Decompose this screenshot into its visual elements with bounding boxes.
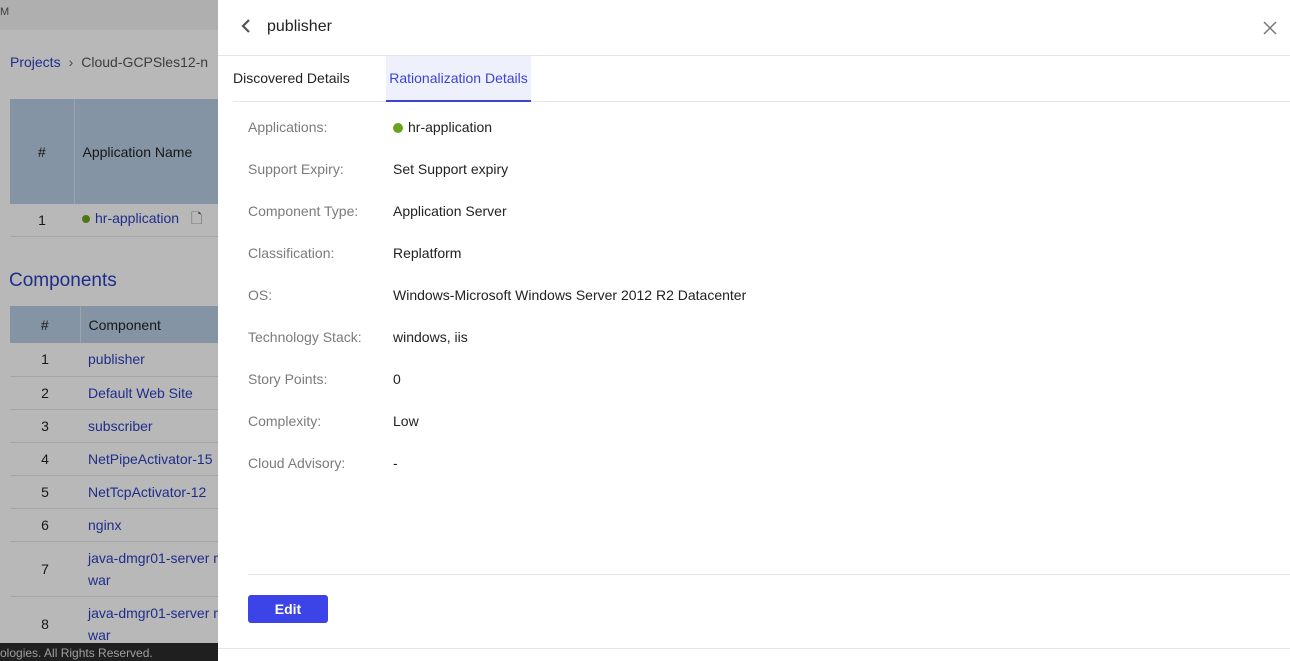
detail-label: Applications: — [248, 119, 328, 135]
detail-row-cloud-advisory: Cloud Advisory: - — [248, 442, 1248, 484]
os-value: Windows-Microsoft Windows Server 2012 R2… — [393, 287, 747, 303]
component-type-value: Application Server — [393, 203, 507, 219]
tab-rationalization-details[interactable]: Rationalization Details — [386, 56, 531, 102]
tab-discovered-details[interactable]: Discovered Details — [233, 56, 350, 102]
detail-label: Technology Stack: — [248, 329, 362, 345]
applications-value: hr-application — [408, 119, 493, 135]
detail-label: Classification: — [248, 245, 335, 261]
drawer-header: publisher — [218, 0, 1290, 56]
status-dot — [393, 123, 403, 133]
detail-row-applications: Applications: hr-application — [248, 106, 1248, 148]
technology-stack-value: windows, iis — [393, 329, 468, 345]
detail-row-complexity: Complexity: Low — [248, 400, 1248, 442]
drawer-tabs: Discovered Details Rationalization Detai… — [233, 56, 1290, 102]
drawer-title: publisher — [267, 18, 332, 35]
detail-row-classification: Classification: Replatform — [248, 232, 1248, 274]
detail-value: hr-application — [393, 119, 492, 135]
complexity-value: Low — [393, 413, 419, 429]
detail-row-support-expiry: Support Expiry: Set Support expiry — [248, 148, 1248, 190]
component-details-drawer: publisher Discovered Details Rationaliza… — [218, 0, 1290, 661]
detail-label: Complexity: — [248, 413, 322, 429]
divider — [218, 648, 1290, 649]
cloud-advisory-value: - — [393, 455, 398, 471]
classification-value: Replatform — [393, 245, 462, 261]
detail-label: Support Expiry: — [248, 161, 344, 177]
story-points-value: 0 — [393, 371, 401, 387]
detail-row-component-type: Component Type: Application Server — [248, 190, 1248, 232]
chevron-left-icon[interactable] — [240, 17, 256, 35]
support-expiry-value: Set Support expiry — [393, 161, 509, 177]
detail-row-technology-stack: Technology Stack: windows, iis — [248, 316, 1248, 358]
detail-label: Component Type: — [248, 203, 359, 219]
detail-row-os: OS: Windows-Microsoft Windows Server 201… — [248, 274, 1248, 316]
detail-row-story-points: Story Points: 0 — [248, 358, 1248, 400]
detail-label: Cloud Advisory: — [248, 455, 346, 471]
close-icon[interactable] — [1260, 18, 1280, 38]
edit-button[interactable]: Edit — [248, 595, 328, 623]
detail-label: OS: — [248, 287, 273, 303]
detail-label: Story Points: — [248, 371, 328, 387]
divider — [248, 574, 1290, 575]
